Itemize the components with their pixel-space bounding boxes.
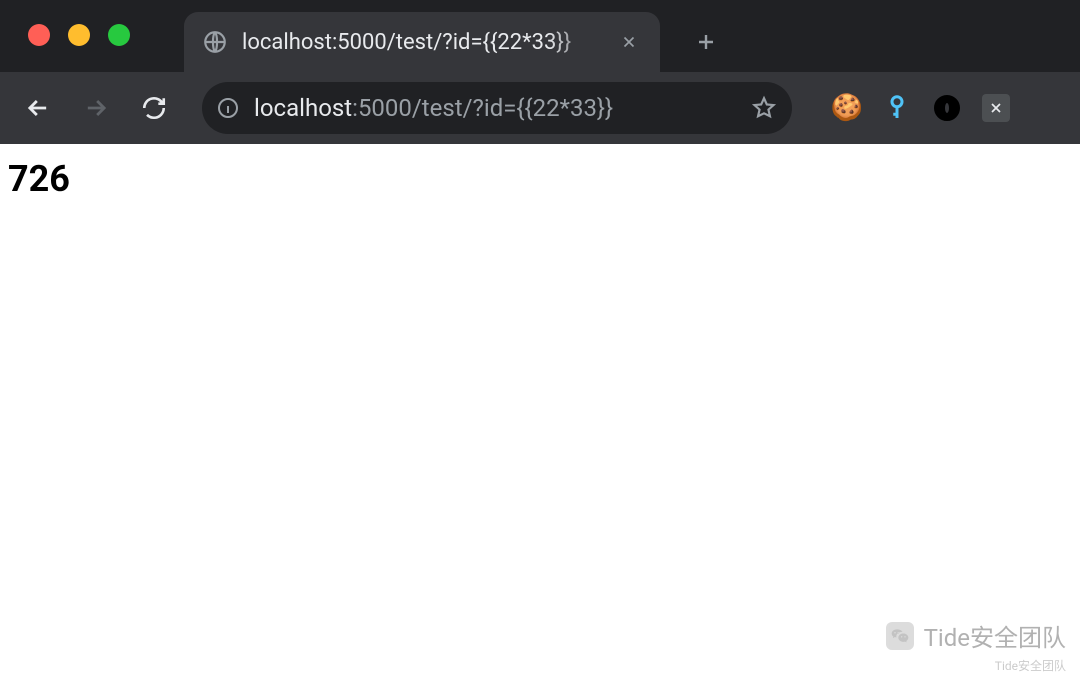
forward-button[interactable]	[72, 84, 120, 132]
window-close-button[interactable]	[28, 24, 50, 46]
toolbar: localhost:5000/test/?id={{22*33}} 🍪	[0, 72, 1080, 144]
key-extension-icon[interactable]	[882, 93, 912, 123]
watermark-sub-text: Tide安全团队	[886, 657, 1066, 674]
cookie-extension-icon[interactable]: 🍪	[832, 93, 862, 123]
wechat-icon	[886, 622, 914, 650]
window-minimize-button[interactable]	[68, 24, 90, 46]
globe-icon	[202, 29, 228, 55]
site-info-icon[interactable]	[216, 96, 240, 120]
page-body-text: 726	[0, 144, 1080, 214]
page-viewport: 726 Tide安全团队 Tide安全团队	[0, 144, 1080, 688]
watermark: Tide安全团队 Tide安全团队	[886, 618, 1066, 674]
url-text: localhost:5000/test/?id={{22*33}}	[254, 94, 736, 122]
tab-title: localhost:5000/test/?id={{22*33}}	[242, 30, 602, 55]
back-button[interactable]	[14, 84, 62, 132]
address-bar[interactable]: localhost:5000/test/?id={{22*33}}	[202, 82, 792, 134]
traffic-lights	[28, 24, 130, 46]
tab-strip: localhost:5000/test/?id={{22*33}}	[0, 0, 1080, 72]
bookmark-star-icon[interactable]	[750, 94, 778, 122]
browser-tab[interactable]: localhost:5000/test/?id={{22*33}}	[184, 12, 660, 72]
url-host: localhost	[254, 94, 352, 122]
extensions-area: 🍪	[832, 93, 1010, 123]
close-extension-icon[interactable]	[982, 94, 1010, 122]
window-maximize-button[interactable]	[108, 24, 130, 46]
url-path: :5000/test/?id={{22*33}}	[352, 94, 613, 122]
new-tab-button[interactable]	[688, 24, 724, 60]
reload-button[interactable]	[130, 84, 178, 132]
cookie-emoji: 🍪	[831, 95, 863, 121]
circle-extension-icon[interactable]	[932, 93, 962, 123]
tab-close-button[interactable]	[616, 29, 642, 55]
watermark-main-text: Tide安全团队	[924, 618, 1066, 653]
